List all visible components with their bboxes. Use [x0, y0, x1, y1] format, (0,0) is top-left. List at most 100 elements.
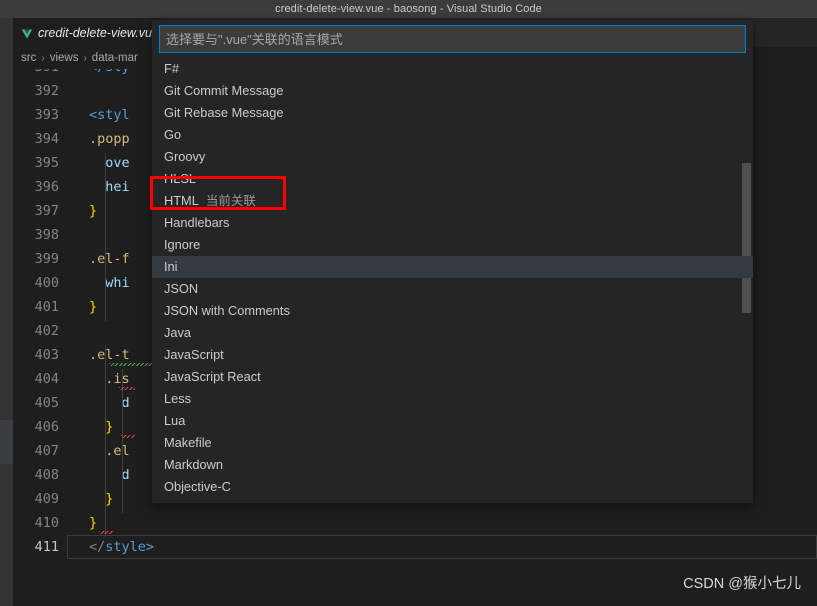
- code-token: el-f: [97, 251, 130, 267]
- line-number: 405: [34, 395, 59, 411]
- language-mode-quick-pick[interactable]: F# Git Commit Message Git Rebase Message Go…: [152, 20, 753, 503]
- quick-pick-item[interactable]: JavaScript React: [152, 366, 753, 388]
- chevron-right-icon: ›: [83, 52, 87, 64]
- breadcrumb-item-src[interactable]: src: [21, 52, 36, 64]
- code-line[interactable]: </sty: [89, 69, 130, 79]
- code-token: }: [89, 203, 98, 219]
- line-number: 399: [34, 251, 59, 267]
- quick-pick-item-label: Ignore: [164, 237, 201, 252]
- quick-pick-input-wrapper: [152, 20, 753, 58]
- quick-pick-item-label: JavaScript: [164, 347, 224, 362]
- code-token: .: [89, 347, 98, 363]
- quick-pick-item[interactable]: Lua: [152, 410, 753, 432]
- line-number-gutter: 391 392 393 394 395 396 397 398 399 400 401 402 403 4…: [13, 69, 67, 564]
- quick-pick-item[interactable]: Objective-C: [152, 476, 753, 498]
- line-number: 401: [34, 299, 59, 315]
- editor-tab-label: credit-delete-view.vu: [38, 26, 152, 40]
- code-line[interactable]: }: [89, 511, 97, 535]
- quick-pick-item[interactable]: Java: [152, 322, 753, 344]
- code-token: .: [89, 251, 98, 267]
- quick-pick-item[interactable]: JavaScript: [152, 344, 753, 366]
- error-squiggle: [119, 387, 135, 390]
- line-number: 400: [34, 275, 59, 291]
- quick-pick-item[interactable]: Markdown: [152, 454, 753, 476]
- quick-pick-item-description: 当前关联: [205, 194, 256, 208]
- quick-pick-item[interactable]: JSON with Comments: [152, 300, 753, 322]
- code-line[interactable]: }: [89, 199, 97, 223]
- code-line[interactable]: <styl: [89, 103, 130, 127]
- quick-pick-item-label: Objective-C: [164, 479, 231, 494]
- code-line[interactable]: }: [89, 295, 97, 319]
- quick-pick-item-label: Groovy: [164, 149, 206, 164]
- line-number: 404: [34, 371, 59, 387]
- code-line[interactable]: .el-f: [89, 247, 130, 271]
- line-number: 395: [34, 155, 59, 171]
- quick-pick-item[interactable]: F#: [152, 58, 753, 80]
- quick-pick-item[interactable]: JSON: [152, 278, 753, 300]
- quick-pick-item[interactable]: Git Rebase Message: [152, 102, 753, 124]
- code-token: popp: [97, 131, 130, 147]
- code-line[interactable]: d: [89, 463, 130, 487]
- code-line[interactable]: hei: [89, 175, 129, 199]
- line-number: 396: [34, 179, 59, 195]
- quick-pick-item[interactable]: Go: [152, 124, 753, 146]
- quick-pick-item-label: Markdown: [164, 457, 224, 472]
- quick-pick-item[interactable]: Ignore: [152, 234, 753, 256]
- breadcrumb-item-views[interactable]: views: [50, 52, 79, 64]
- code-token: }: [89, 299, 98, 315]
- quick-pick-item[interactable]: Git Commit Message: [152, 80, 753, 102]
- code-token: }: [89, 515, 98, 531]
- quick-pick-item[interactable]: Handlebars: [152, 212, 753, 234]
- code-token: <styl: [89, 107, 130, 123]
- code-token: .: [89, 131, 98, 147]
- code-line[interactable]: whi: [89, 271, 130, 295]
- error-squiggle: [99, 531, 113, 534]
- quick-pick-item-label: JavaScript React: [164, 369, 261, 384]
- code-token: }: [89, 491, 114, 507]
- indent-guide: [121, 441, 123, 513]
- code-line[interactable]: d: [89, 391, 130, 415]
- quick-pick-item-label: Lua: [164, 413, 186, 428]
- code-token: whi: [105, 275, 130, 291]
- quick-pick-item-label: Go: [164, 127, 182, 142]
- quick-pick-item-label: Java: [164, 325, 192, 340]
- code-line[interactable]: ove: [89, 151, 129, 175]
- code-token: d: [121, 467, 130, 483]
- quick-pick-item[interactable]: Groovy: [152, 146, 753, 168]
- code-line[interactable]: }: [89, 487, 113, 511]
- quick-pick-list[interactable]: F# Git Commit Message Git Rebase Message Go…: [152, 58, 753, 503]
- code-line[interactable]: </style>: [89, 535, 154, 559]
- breadcrumb-item-data-mar[interactable]: data-mar: [92, 52, 138, 64]
- line-number: 398: [34, 227, 59, 243]
- quick-pick-item[interactable]: Makefile: [152, 432, 753, 454]
- code-token: </: [89, 539, 106, 555]
- quick-pick-item[interactable]: HTML 当前关联: [152, 190, 753, 212]
- vue-file-icon: [21, 27, 33, 39]
- code-line[interactable]: .popp: [89, 127, 130, 151]
- indent-guide: [105, 345, 107, 537]
- line-number: 402: [34, 323, 59, 339]
- code-line[interactable]: .el: [89, 439, 129, 463]
- activity-bar[interactable]: [0, 18, 13, 606]
- line-number: 410: [34, 515, 59, 531]
- quick-pick-item-label: Less: [164, 391, 192, 406]
- quick-pick-item[interactable]: Less: [152, 388, 753, 410]
- code-token: style>: [105, 539, 155, 555]
- quick-pick-item[interactable]: Ini: [152, 256, 753, 278]
- code-line[interactable]: }: [89, 415, 113, 439]
- code-token: el-t: [97, 347, 130, 363]
- quick-pick-input[interactable]: [159, 25, 746, 53]
- indent-guide: [105, 153, 107, 321]
- code-token: </sty: [89, 69, 130, 75]
- quick-pick-item-label: JSON with Comments: [164, 303, 290, 318]
- code-token: d: [121, 395, 130, 411]
- quick-pick-item[interactable]: HLSL: [152, 168, 753, 190]
- line-number: 408: [34, 467, 59, 483]
- quick-pick-item-label: F#: [164, 61, 179, 76]
- editor-tab-credit-delete-view[interactable]: credit-delete-view.vu: [13, 18, 162, 47]
- line-number: 411: [34, 539, 59, 555]
- line-number: 406: [34, 419, 59, 435]
